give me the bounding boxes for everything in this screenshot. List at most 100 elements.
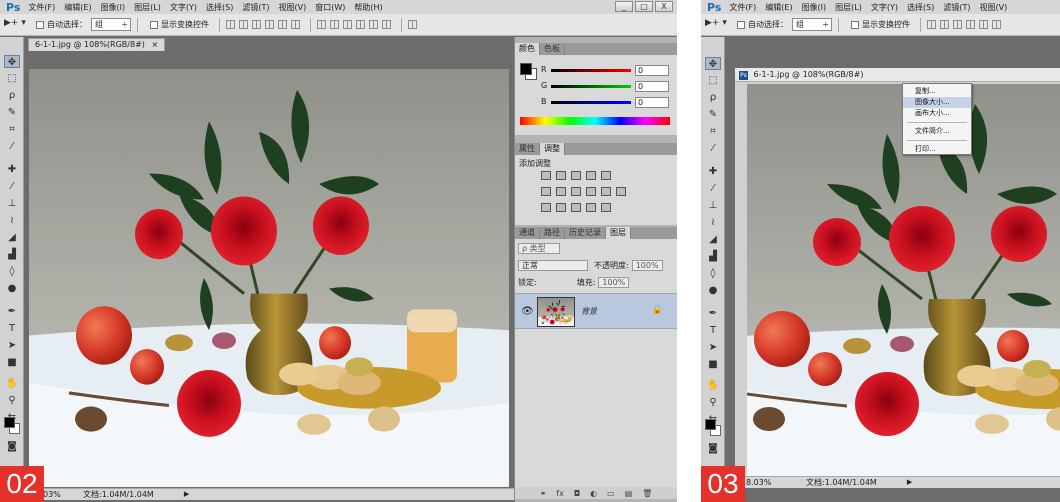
shape-tool-icon[interactable]: ■ bbox=[705, 358, 721, 371]
crop-tool-icon[interactable]: ⌗ bbox=[4, 123, 20, 136]
maximize-button[interactable]: □ bbox=[635, 1, 653, 12]
tab-paths[interactable]: 路径 bbox=[540, 227, 565, 239]
menu-edit[interactable]: 编辑(E) bbox=[765, 2, 792, 13]
menu-canvas-size[interactable]: 画布大小... bbox=[903, 108, 971, 119]
align-bottom-icon[interactable] bbox=[252, 20, 261, 29]
layer-kind-filter[interactable]: ρ 类型 bbox=[518, 243, 560, 254]
menu-help[interactable]: 帮助(H) bbox=[354, 2, 382, 13]
distribute-middle-icon[interactable] bbox=[330, 20, 339, 29]
move-tool-icon[interactable]: ✥ bbox=[4, 55, 20, 68]
tab-channels[interactable]: 通道 bbox=[515, 227, 540, 239]
color-balance-icon[interactable] bbox=[556, 187, 566, 196]
still-life-photo[interactable] bbox=[29, 69, 509, 487]
selective-color-icon[interactable] bbox=[601, 203, 611, 212]
auto-select-dropdown[interactable]: 组 bbox=[91, 18, 131, 31]
document-tab[interactable]: 6-1-1.jpg @ 108%(RGB/8#) × bbox=[28, 38, 166, 51]
menu-file[interactable]: 文件(F) bbox=[729, 2, 756, 13]
show-transform-checkbox[interactable] bbox=[851, 20, 859, 29]
align-center-icon[interactable] bbox=[278, 20, 287, 29]
menu-type[interactable]: 文字(Y) bbox=[170, 2, 197, 13]
layer-name[interactable]: 背景 bbox=[581, 306, 597, 317]
opacity-input[interactable]: 100% bbox=[631, 260, 663, 271]
green-slider[interactable] bbox=[551, 85, 631, 88]
menu-image-size[interactable]: 图像大小... bbox=[903, 97, 971, 108]
stamp-tool-icon[interactable]: ⊥ bbox=[4, 197, 20, 210]
menu-image[interactable]: 图像(I) bbox=[101, 2, 126, 13]
status-menu-arrow-icon[interactable]: ▶ bbox=[184, 489, 189, 500]
link-layers-icon[interactable]: ⚭ bbox=[540, 489, 547, 498]
align-middle-icon[interactable] bbox=[940, 20, 949, 29]
path-select-tool-icon[interactable]: ➤ bbox=[4, 339, 20, 352]
type-tool-icon[interactable]: T bbox=[705, 324, 721, 337]
eraser-tool-icon[interactable]: ◢ bbox=[4, 231, 20, 244]
minimize-button[interactable]: _ bbox=[615, 1, 633, 12]
quick-select-tool-icon[interactable]: ✎ bbox=[4, 106, 20, 119]
photo-filter-icon[interactable] bbox=[586, 187, 596, 196]
healing-brush-tool-icon[interactable]: ✚ bbox=[4, 163, 20, 176]
tab-swatches[interactable]: 色板 bbox=[540, 43, 565, 55]
zoom-tool-icon[interactable]: ⚲ bbox=[4, 394, 20, 407]
trash-icon[interactable]: 🗑 bbox=[642, 489, 652, 498]
lasso-tool-icon[interactable]: ρ bbox=[705, 91, 721, 104]
auto-select-checkbox[interactable] bbox=[36, 20, 44, 29]
dodge-tool-icon[interactable]: ● bbox=[705, 284, 721, 297]
brush-tool-icon[interactable]: ⁄ bbox=[705, 182, 721, 195]
menu-image[interactable]: 图像(I) bbox=[802, 2, 827, 13]
eye-icon[interactable]: 👁 bbox=[521, 306, 534, 317]
menu-filter[interactable]: 滤镜(T) bbox=[242, 2, 269, 13]
healing-brush-tool-icon[interactable]: ✚ bbox=[705, 165, 721, 178]
type-tool-icon[interactable]: T bbox=[4, 322, 20, 335]
distribute-top-icon[interactable] bbox=[317, 20, 326, 29]
fx-icon[interactable]: fx bbox=[556, 489, 564, 498]
menu-view[interactable]: 视图(V) bbox=[979, 2, 1007, 13]
align-left-icon[interactable] bbox=[966, 20, 975, 29]
green-value-input[interactable]: 0 bbox=[635, 81, 669, 92]
auto-align-icon[interactable] bbox=[408, 20, 417, 29]
auto-select-dropdown[interactable]: 组 bbox=[792, 18, 832, 31]
menu-layer[interactable]: 图层(L) bbox=[835, 2, 862, 13]
align-middle-icon[interactable] bbox=[239, 20, 248, 29]
hand-tool-icon[interactable]: ✋ bbox=[4, 377, 20, 390]
brightness-icon[interactable] bbox=[541, 171, 551, 180]
menu-duplicate[interactable]: 复制... bbox=[903, 86, 971, 97]
align-right-icon[interactable] bbox=[291, 20, 300, 29]
tab-history[interactable]: 历史记录 bbox=[565, 227, 606, 239]
auto-select-checkbox[interactable] bbox=[737, 20, 745, 29]
exposure-icon[interactable] bbox=[586, 171, 596, 180]
tool-preset-picker[interactable]: ▶+ ▾ bbox=[4, 18, 30, 32]
close-icon[interactable]: × bbox=[151, 40, 158, 49]
red-value-input[interactable]: 0 bbox=[635, 65, 669, 76]
curves-icon[interactable] bbox=[571, 171, 581, 180]
blur-tool-icon[interactable]: ◊ bbox=[4, 265, 20, 278]
status-menu-arrow-icon[interactable]: ▶ bbox=[907, 477, 912, 488]
foreground-color-swatch[interactable] bbox=[705, 419, 716, 430]
posterize-icon[interactable] bbox=[556, 203, 566, 212]
threshold-icon[interactable] bbox=[571, 203, 581, 212]
menu-layer[interactable]: 图层(L) bbox=[134, 2, 161, 13]
color-spectrum-bar[interactable] bbox=[520, 117, 670, 125]
document-titlebar[interactable]: Ps 6-1-1.jpg @ 108%(RGB/8#) bbox=[735, 68, 1060, 82]
lasso-tool-icon[interactable]: ρ bbox=[4, 89, 20, 102]
blur-tool-icon[interactable]: ◊ bbox=[705, 267, 721, 280]
menu-file[interactable]: 文件(F) bbox=[28, 2, 55, 13]
menu-filter[interactable]: 滤镜(T) bbox=[943, 2, 970, 13]
gradient-map-icon[interactable] bbox=[586, 203, 596, 212]
blend-mode-select[interactable]: 正常 bbox=[518, 260, 588, 271]
fill-input[interactable]: 100% bbox=[598, 277, 630, 288]
show-transform-checkbox[interactable] bbox=[150, 20, 158, 29]
foreground-color-swatch[interactable] bbox=[4, 417, 15, 428]
tab-properties[interactable]: 属性 bbox=[515, 143, 540, 155]
vibrance-icon[interactable] bbox=[601, 171, 611, 180]
levels-icon[interactable] bbox=[556, 171, 566, 180]
history-brush-tool-icon[interactable]: ≀ bbox=[705, 216, 721, 229]
add-mask-icon[interactable]: ◘ bbox=[574, 489, 580, 498]
pen-tool-icon[interactable]: ✒ bbox=[705, 307, 721, 320]
menu-type[interactable]: 文字(Y) bbox=[871, 2, 898, 13]
layer-row-background[interactable]: 👁 背景 🔒 bbox=[515, 293, 677, 329]
stamp-tool-icon[interactable]: ⊥ bbox=[705, 199, 721, 212]
distribute-center-icon[interactable] bbox=[369, 20, 378, 29]
align-center-icon[interactable] bbox=[979, 20, 988, 29]
close-button[interactable]: X bbox=[655, 1, 673, 12]
brush-tool-icon[interactable]: ⁄ bbox=[4, 180, 20, 193]
align-top-icon[interactable] bbox=[927, 20, 936, 29]
